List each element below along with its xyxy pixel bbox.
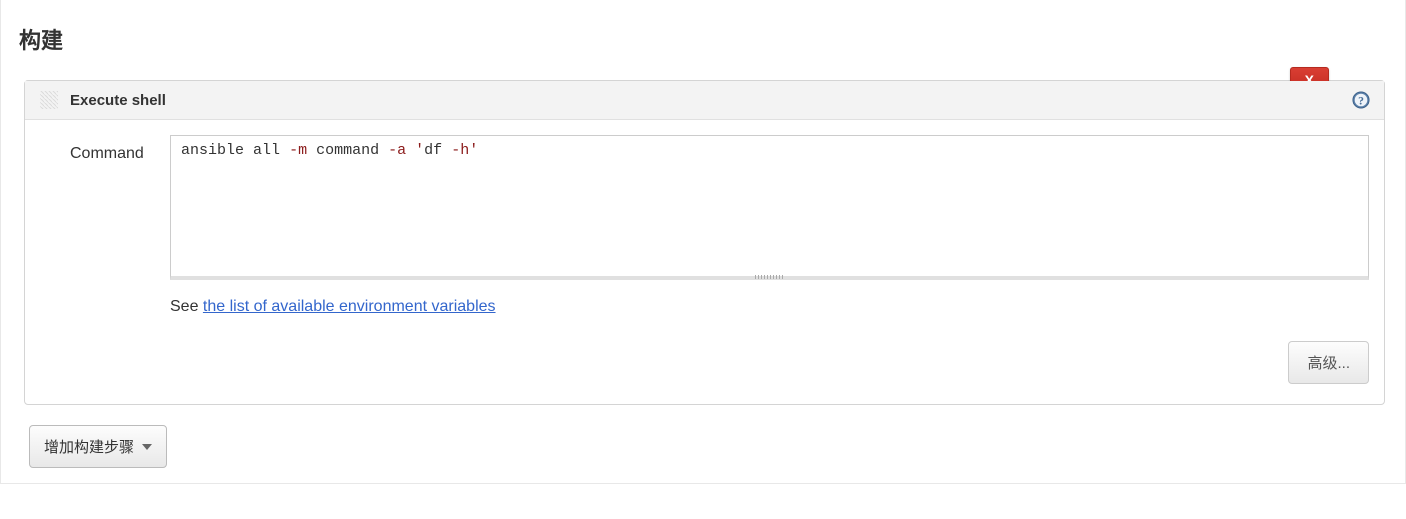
help-prefix: See: [170, 298, 203, 315]
command-row: Command ansible all -m command -a 'df -h…: [40, 135, 1369, 384]
svg-text:?: ?: [1358, 95, 1364, 108]
add-build-step-button[interactable]: 增加构建步骤: [29, 425, 167, 468]
build-step-panel: X Execute shell ? Command ansible all -m: [24, 80, 1385, 405]
help-text: See the list of available environment va…: [170, 298, 1369, 316]
panel-title: Execute shell: [70, 92, 166, 109]
panel-body: Command ansible all -m command -a 'df -h…: [25, 120, 1384, 404]
drag-handle-icon[interactable]: [40, 91, 58, 109]
command-field-wrapper: ansible all -m command -a 'df -h' See th…: [170, 135, 1369, 384]
section-title: 构建: [19, 23, 1385, 55]
build-steps-container: X Execute shell ? Command ansible all -m: [24, 80, 1385, 478]
chevron-down-icon: [142, 444, 152, 450]
build-section: 构建 X Execute shell ? Command: [0, 0, 1406, 484]
command-editor[interactable]: ansible all -m command -a 'df -h': [170, 135, 1369, 280]
add-step-label: 增加构建步骤: [44, 436, 134, 457]
env-vars-link[interactable]: the list of available environment variab…: [203, 298, 496, 315]
advanced-button[interactable]: 高级...: [1288, 341, 1369, 384]
panel-header: Execute shell ?: [25, 81, 1384, 120]
help-icon[interactable]: ?: [1352, 91, 1370, 109]
advanced-row: 高级...: [170, 341, 1369, 384]
editor-resize-handle-icon[interactable]: [755, 275, 785, 279]
command-label: Command: [40, 135, 170, 163]
